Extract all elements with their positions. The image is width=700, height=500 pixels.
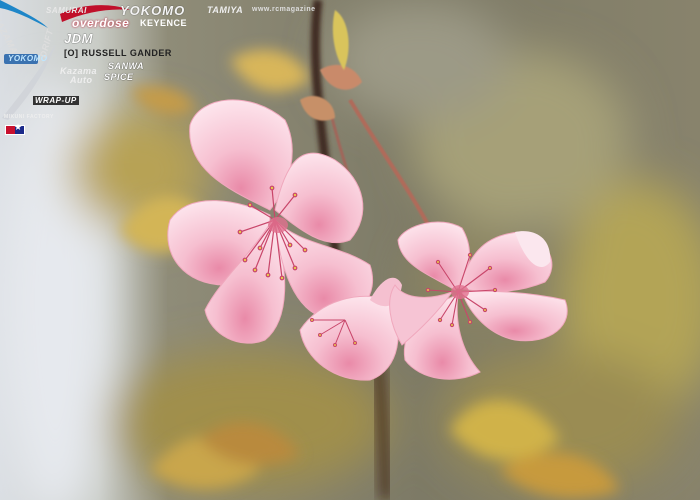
photo-canvas [0, 0, 700, 500]
cherry-blossom-photo: SAMURAI YOKOMO TAMIYA www.rcmagazine ove… [0, 0, 700, 500]
